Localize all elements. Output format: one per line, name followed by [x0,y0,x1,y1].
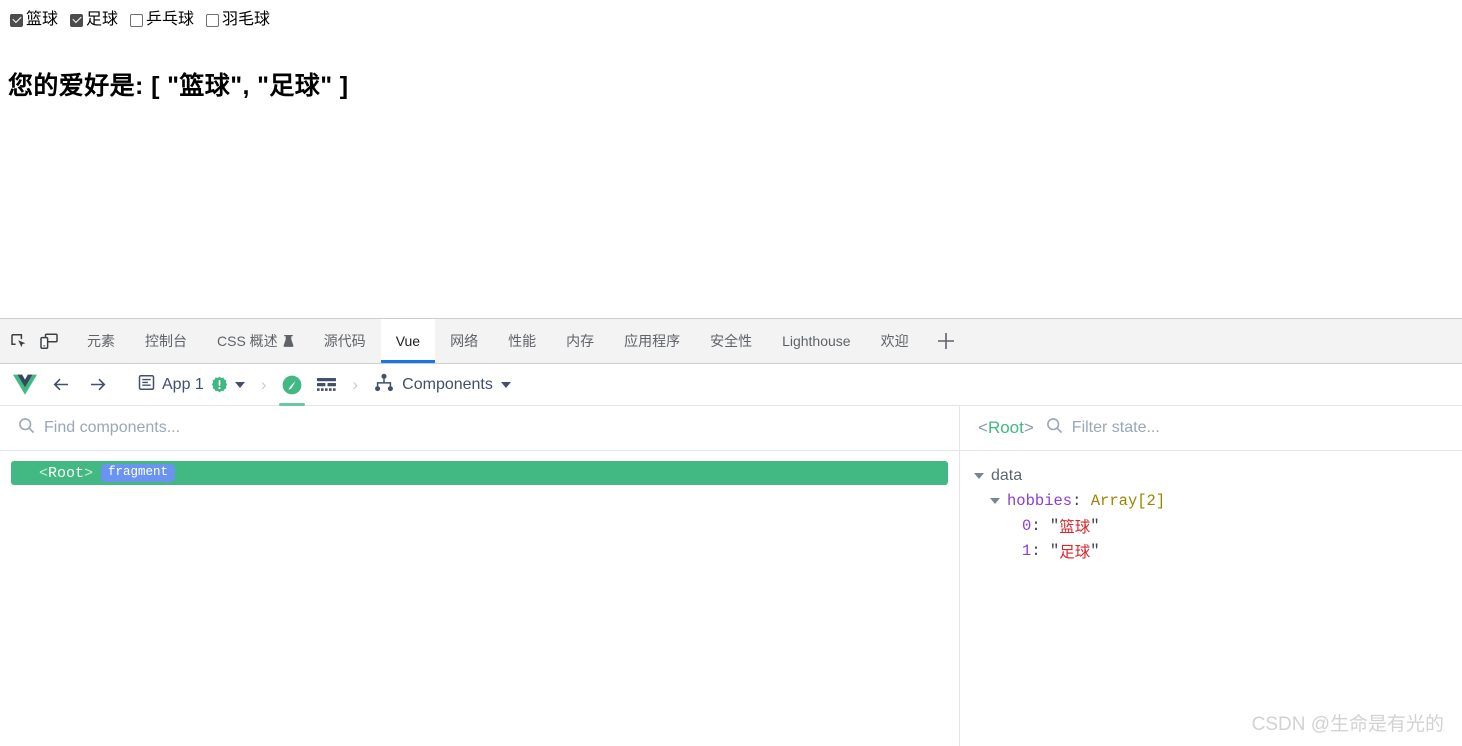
breadcrumb-separator: › [352,374,359,394]
chevron-down-icon[interactable] [500,381,511,388]
state-key-colon: : [1031,541,1050,560]
tab-security[interactable]: 安全性 [695,319,767,363]
view-selector-label: Components [402,375,493,393]
checkbox-unchecked-icon[interactable] [206,13,220,27]
inspect-element-icon[interactable] [4,319,34,363]
tab-label: 欢迎 [880,333,909,349]
components-pane: Find components... <Root> fragment [0,406,960,746]
tab-label: Lighthouse [782,333,851,349]
devtools-tab-list: 元素 控制台 CSS 概述 源代码 Vue 网络 性能 内存 应用程序 安全性 … [72,319,924,363]
state-quote-close: " [1090,516,1100,535]
app-window-icon [138,374,155,396]
app-selector[interactable]: App 1 [130,370,251,400]
tab-label: CSS 概述 [217,333,278,349]
tab-label: 源代码 [323,333,366,349]
tab-welcome[interactable]: 欢迎 [866,319,924,363]
checkbox-unchecked-icon[interactable] [130,13,144,27]
inspector-compass-icon[interactable] [276,368,308,406]
state-array-value: 足球 [1059,543,1091,562]
state-key-colon: : [1031,516,1050,535]
flask-icon [283,334,294,348]
filter-state-row[interactable]: <Root> Filter state... [960,406,1462,451]
checkbox-item-tabletennis[interactable]: 乒乓球 [130,12,194,28]
tab-label: 应用程序 [624,333,681,349]
checkbox-label: 羽毛球 [222,11,271,28]
tree-item-root[interactable]: <Root> fragment [11,461,948,485]
twisty-expanded-icon[interactable] [990,497,1000,504]
state-group-data[interactable]: data [960,463,1462,488]
tab-label: 控制台 [145,333,187,349]
state-array-value: 篮球 [1059,518,1091,537]
plus-icon[interactable] [924,319,968,363]
device-toolbar-icon[interactable] [34,319,64,363]
state-array-index: 0 [1022,516,1032,535]
tab-label: 安全性 [710,333,753,349]
tab-label: 元素 [87,333,115,349]
component-tree-icon [374,373,394,397]
hobbies-checkbox-group: 篮球 足球 乒乓球 羽毛球 [10,12,282,28]
tab-lighthouse[interactable]: Lighthouse [767,319,866,363]
search-input[interactable]: Find components... [44,419,180,437]
state-quote-open: " [1049,516,1060,535]
arrow-right-icon[interactable] [80,368,114,402]
breadcrumb-separator: › [260,374,267,394]
timeline-bars-icon[interactable] [310,368,342,402]
state-pane: <Root> Filter state... data hobbies: Ar… [960,406,1462,746]
tab-console[interactable]: 控制台 [130,319,202,363]
devtools-panel: 元素 控制台 CSS 概述 源代码 Vue 网络 性能 内存 应用程序 安全性 … [0,318,1462,746]
state-quote-close: " [1090,541,1100,560]
checkbox-label: 乒乓球 [146,11,195,28]
checkbox-item-basketball[interactable]: 篮球 [10,12,58,28]
state-quote-open: " [1049,541,1060,560]
state-key-colon: : [1072,491,1091,510]
arrow-left-icon[interactable] [44,368,78,402]
tab-elements[interactable]: 元素 [72,319,130,363]
tab-label: 网络 [450,333,479,349]
tab-sources[interactable]: 源代码 [309,319,381,363]
tab-vue[interactable]: Vue [380,319,436,363]
state-tree: data hobbies : Array[2] 0 : " 篮球 " 1 : " 足 [960,451,1462,746]
find-components-row[interactable]: Find components... [0,406,959,451]
checkbox-item-badminton[interactable]: 羽毛球 [206,12,270,28]
state-key: hobbies [1007,491,1073,510]
checkbox-checked-icon[interactable] [70,13,84,27]
state-array-item[interactable]: 1 : " 足球 " [960,538,1462,563]
warning-seal-icon [211,376,228,393]
tab-label: Vue [395,333,421,349]
rendered-page-area: 篮球 足球 乒乓球 羽毛球 您的爱好是: [ "篮球", "足球" ] [0,0,1462,318]
state-array-index: 1 [1022,541,1032,560]
selected-hobbies-heading: 您的爱好是: [ "篮球", "足球" ] [8,72,349,100]
checkbox-label: 篮球 [26,11,59,28]
state-array-item[interactable]: 0 : " 篮球 " [960,513,1462,538]
tab-label: 性能 [508,333,537,349]
vue-logo-icon [8,374,42,395]
search-icon [1046,417,1063,439]
component-tree: <Root> fragment [0,451,959,746]
tab-network[interactable]: 网络 [435,319,493,363]
tab-memory[interactable]: 内存 [551,319,609,363]
selected-component-tag: <Root> [978,418,1034,437]
tree-item-label: <Root> [39,464,94,482]
state-value-type: Array[2] [1090,491,1166,510]
devtools-tabstrip: 元素 控制台 CSS 概述 源代码 Vue 网络 性能 内存 应用程序 安全性 … [0,319,1462,364]
csdn-watermark: CSDN @生命是有光的 [1251,714,1444,735]
tab-application[interactable]: 应用程序 [609,319,695,363]
filter-state-input[interactable]: Filter state... [1072,419,1160,437]
search-icon [18,417,35,439]
chevron-down-icon[interactable] [234,381,245,388]
fragment-badge: fragment [101,463,176,483]
tab-label: 内存 [566,333,595,349]
tab-performance[interactable]: 性能 [493,319,551,363]
tab-css-overview[interactable]: CSS 概述 [202,319,309,363]
view-selector[interactable]: Components [368,369,517,401]
state-group-label: data [991,466,1023,484]
vue-devtools-toolbar: App 1 › › Components [0,364,1462,406]
checkbox-item-football[interactable]: 足球 [70,12,118,28]
checkbox-label: 足球 [86,11,119,28]
checkbox-checked-icon[interactable] [10,13,23,27]
state-entry-hobbies[interactable]: hobbies : Array[2] [960,488,1462,513]
vue-devtools-body: Find components... <Root> fragment <Root… [0,406,1462,746]
app-selector-label: App 1 [162,375,204,393]
twisty-expanded-icon[interactable] [974,472,984,479]
